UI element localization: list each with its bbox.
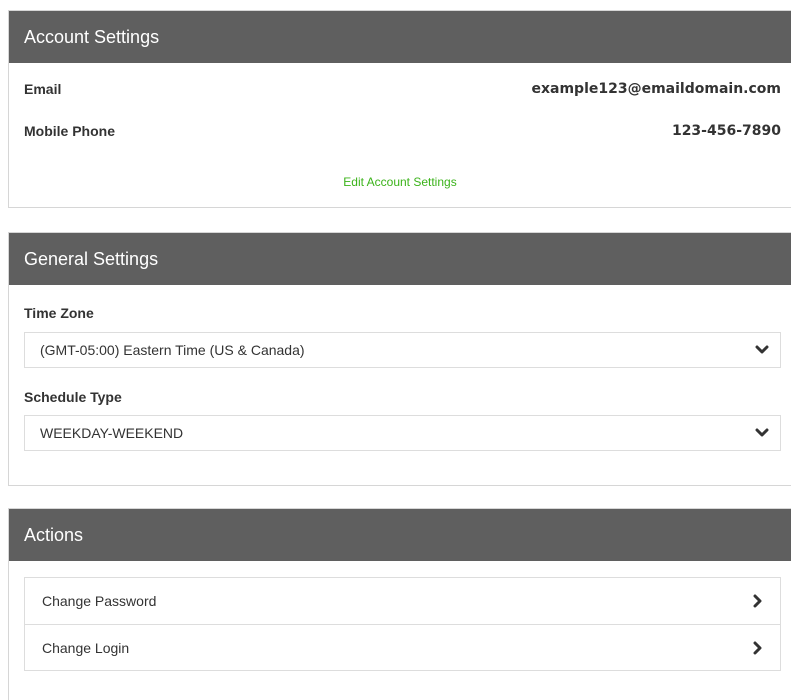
actions-header: Actions [9, 509, 791, 561]
general-settings-panel: General Settings Time Zone (GMT-05:00) E… [8, 232, 791, 486]
time-zone-select[interactable]: (GMT-05:00) Eastern Time (US & Canada) [24, 332, 781, 368]
change-password-item[interactable]: Change Password [25, 578, 780, 624]
mobile-phone-value: 123-456-7890 [671, 123, 781, 139]
mobile-phone-label: Mobile Phone [24, 123, 115, 139]
mobile-phone-row: Mobile Phone 123-456-7890 [24, 123, 781, 139]
chevron-right-icon [750, 593, 766, 609]
chevron-down-icon [754, 425, 770, 441]
chevron-down-icon [754, 342, 770, 358]
change-password-label: Change Password [42, 593, 157, 609]
email-row: Email example123@emaildomain.com [24, 81, 781, 97]
edit-account-settings-link[interactable]: Edit Account Settings [9, 175, 791, 189]
email-label: Email [24, 81, 62, 97]
time-zone-value: (GMT-05:00) Eastern Time (US & Canada) [40, 342, 305, 358]
general-settings-header: General Settings [9, 233, 791, 285]
email-value: example123@emaildomain.com [531, 81, 782, 97]
schedule-type-label: Schedule Type [24, 389, 122, 405]
chevron-right-icon [750, 640, 766, 656]
schedule-type-select[interactable]: WEEKDAY-WEEKEND [24, 415, 781, 451]
account-settings-panel: Account Settings Email example123@emaild… [8, 10, 791, 208]
time-zone-label: Time Zone [24, 305, 94, 321]
change-login-item[interactable]: Change Login [25, 624, 780, 670]
schedule-type-value: WEEKDAY-WEEKEND [40, 425, 184, 441]
change-login-label: Change Login [42, 639, 130, 656]
actions-list: Change Password Change Login [24, 577, 781, 671]
actions-panel: Actions Change Password Change Login [8, 508, 791, 700]
account-settings-header: Account Settings [9, 11, 791, 63]
